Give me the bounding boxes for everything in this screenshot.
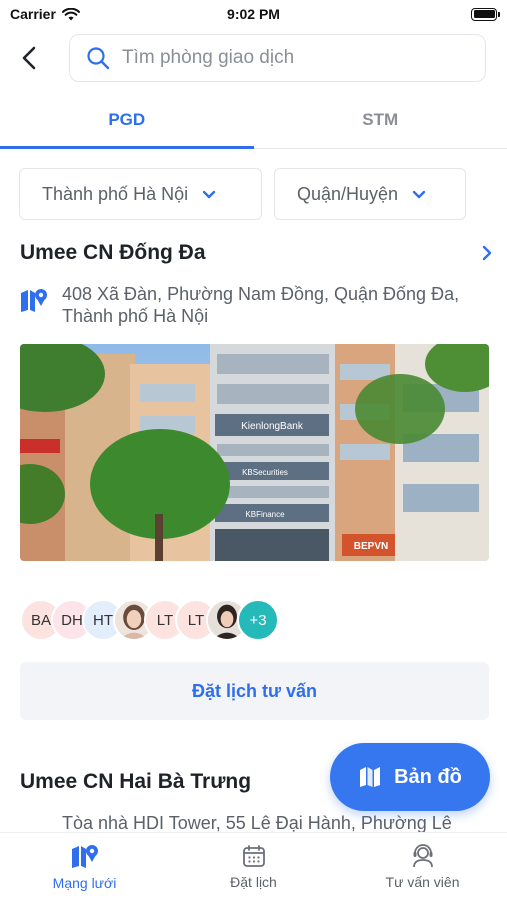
header [0,32,507,84]
map-icon [360,767,381,787]
book-consultation-button[interactable]: Đặt lịch tư vấn [20,662,489,720]
branch-name: Umee CN Hai Bà Trưng [20,770,252,793]
photo-sign-1: KienlongBank [241,421,304,432]
search-icon [87,47,110,70]
tab-pgd[interactable]: PGD [0,92,254,149]
branch-photo-illustration: KienlongBank KBSecurities KBFinance BEPV… [20,344,489,561]
nav-booking[interactable]: Đặt lịch [169,833,338,900]
chevron-down-icon [202,190,216,198]
photo-sign-4: BEPVN [354,541,388,552]
branch-name: Umee CN Đống Đa [20,241,206,264]
map-button-label: Bản đồ [394,765,462,788]
map-network-icon [71,844,98,868]
filter-row: Thành phố Hà Nội Quận/Huyện [19,168,466,220]
chevron-left-icon [22,46,36,70]
avatar-initials: LT [187,611,205,629]
status-left: Carrier [10,6,80,22]
advisor-avatars[interactable]: BA DH HT LT LT +3 [20,599,279,641]
wifi-icon [61,7,80,20]
nav-network-label: Mạng lưới [52,874,117,891]
chevron-right-icon[interactable] [482,245,492,261]
more-count: +3 [249,611,267,629]
status-bar: Carrier 9:02 PM [0,0,507,28]
nav-booking-label: Đặt lịch [230,873,277,890]
back-button[interactable] [0,32,58,84]
avatar-initials: BA [30,611,51,629]
district-select[interactable]: Quận/Huyện [274,168,466,220]
district-select-value: Quận/Huyện [297,183,399,204]
advisor-icon [412,843,433,867]
map-button[interactable]: Bản đồ [330,743,490,811]
map-pin-icon [21,289,47,312]
city-select-value: Thành phố Hà Nội [42,183,189,204]
nav-network[interactable]: Mạng lưới [0,833,169,900]
tab-bar: PGD STM [0,92,507,149]
nav-advisors[interactable]: Tư vấn viên [338,833,507,900]
branch-address: 408 Xã Đàn, Phường Nam Đồng, Quận Đống Đ… [20,283,470,327]
battery-icon [471,7,500,21]
branch-address: Tòa nhà HDI Tower, 55 Lê Đại Hành, Phườn… [20,812,490,832]
avatar-initials: HT [93,611,113,629]
calendar-icon [242,844,265,867]
nav-advisors-label: Tư vấn viên [385,873,460,890]
city-select[interactable]: Thành phố Hà Nội [19,168,262,220]
carrier-label: Carrier [10,6,56,22]
branch-address-text: Tòa nhà HDI Tower, 55 Lê Đại Hành, Phườn… [62,813,452,832]
branch-card-header[interactable]: Umee CN Đống Đa [20,238,492,268]
photo-sign-3: KBFinance [245,510,285,519]
photo-sign-2: KBSecurities [242,468,288,477]
avatar-initials: DH [61,611,83,629]
search-box[interactable] [69,34,486,82]
bottom-nav: Mạng lưới Đặt lịch Tư vấn viên [0,832,507,900]
tab-stm[interactable]: STM [254,92,507,148]
branch-address-text: 408 Xã Đàn, Phường Nam Đồng, Quận Đống Đ… [62,284,460,326]
avatar-initials: LT [156,611,174,629]
more-advisors-badge: +3 [237,599,279,641]
branch-photo[interactable]: KienlongBank KBSecurities KBFinance BEPV… [20,344,489,561]
search-input[interactable] [122,47,482,69]
status-time: 9:02 PM [227,6,280,22]
chevron-down-icon [412,190,426,198]
